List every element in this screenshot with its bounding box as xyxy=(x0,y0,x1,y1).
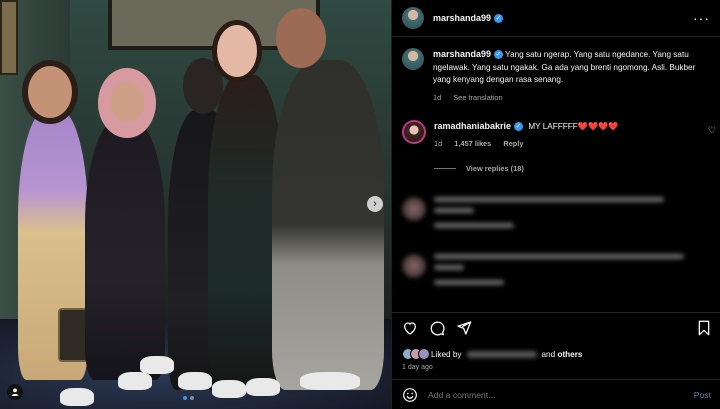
liked-by-others-link[interactable]: others xyxy=(557,350,582,359)
post-photo[interactable]: › xyxy=(0,0,391,409)
more-options-icon[interactable]: ··· xyxy=(693,10,710,26)
liked-by-prefix: Liked by xyxy=(431,349,462,359)
post-time-ago[interactable]: 1 day ago xyxy=(402,364,711,371)
see-translation-link[interactable]: See translation xyxy=(453,93,502,102)
verified-badge-icon: ✓ xyxy=(494,13,504,23)
caption-time[interactable]: 1d xyxy=(433,93,441,102)
liked-by-blurred-username xyxy=(466,350,537,358)
view-replies-label: View replies (18) xyxy=(466,164,524,173)
liked-by-row: Liked by and others xyxy=(402,348,711,360)
carousel-next-button[interactable]: › xyxy=(367,196,383,212)
like-heart-icon[interactable] xyxy=(402,320,418,336)
share-send-icon[interactable] xyxy=(456,320,472,336)
post-side-panel: marshanda99 ✓ ··· marshanda99 ✓ Yang satu… xyxy=(391,0,720,409)
comment-item: ramadhaniabakrie ✓ MY LAFFFFF❤️❤️❤️❤️ 1d … xyxy=(392,104,720,150)
commenter-username[interactable]: ramadhaniabakrie xyxy=(434,121,511,131)
bookmark-icon[interactable] xyxy=(697,320,711,336)
photo-shoe xyxy=(212,380,246,398)
comment-bubble-icon[interactable] xyxy=(429,320,445,336)
photo-person-5 xyxy=(272,60,384,390)
user-tag-icon xyxy=(11,388,19,396)
blurred-comment-item xyxy=(392,254,720,291)
carousel-dot-active xyxy=(183,396,187,400)
blurred-comment-text xyxy=(434,254,684,291)
view-replies-button[interactable]: View replies (18) xyxy=(434,164,720,173)
liked-by-avatars[interactable] xyxy=(402,348,430,360)
comment-time[interactable]: 1d xyxy=(434,139,442,148)
post-caption: marshanda99 ✓ Yang satu ngerap. Yang satu… xyxy=(392,37,720,104)
photo-person-1-head xyxy=(22,60,78,124)
photo-person-2 xyxy=(85,120,165,380)
comment-meta: 1d 1,457 likes Reply xyxy=(434,138,619,150)
blurred-avatar xyxy=(402,197,426,221)
photo-shoe xyxy=(246,378,280,396)
comment-text: MY LAFFFFF❤️❤️❤️❤️ xyxy=(528,122,619,131)
view-replies-line xyxy=(434,168,456,169)
comment-like-heart-icon[interactable]: ♡ xyxy=(708,125,716,136)
post-actions: Liked by and others 1 day ago xyxy=(392,312,720,371)
photo-wall-frame-left xyxy=(0,0,18,75)
comment-body: ramadhaniabakrie ✓ MY LAFFFFF❤️❤️❤️❤️ 1d … xyxy=(434,120,619,150)
carousel-dot xyxy=(190,396,194,400)
comment-likes[interactable]: 1,457 likes xyxy=(454,139,491,148)
photo-shoe xyxy=(118,372,152,390)
photo-shoe xyxy=(300,372,360,390)
blurred-comment-item xyxy=(392,197,720,234)
chevron-right-icon: › xyxy=(373,198,377,210)
add-comment-input[interactable] xyxy=(428,389,658,400)
verified-badge-icon: ✓ xyxy=(514,122,524,132)
liked-by-and: and xyxy=(541,349,556,359)
blurred-comment-text xyxy=(434,197,664,234)
verified-badge-icon: ✓ xyxy=(494,50,504,60)
caption-author-avatar[interactable] xyxy=(402,48,424,70)
author-avatar[interactable] xyxy=(402,7,424,29)
tagged-users-button[interactable] xyxy=(7,384,23,400)
emoji-smiley-icon[interactable] xyxy=(402,387,418,403)
mini-avatar xyxy=(418,348,430,360)
action-icons-row xyxy=(402,317,711,339)
photo-shoe xyxy=(140,356,174,374)
caption-author-username[interactable]: marshanda99 xyxy=(433,49,491,59)
author-username[interactable]: marshanda99 xyxy=(433,13,491,23)
post-comment-button[interactable]: Post xyxy=(694,390,711,400)
commenter-avatar[interactable] xyxy=(402,120,426,144)
carousel-dots xyxy=(183,396,194,400)
photo-person-2-face xyxy=(110,82,144,122)
add-comment-bar: Post xyxy=(392,379,720,409)
post-header: marshanda99 ✓ ··· xyxy=(392,0,720,37)
caption-meta: 1d See translation xyxy=(433,92,705,105)
caption-content: marshanda99 ✓ Yang satu ngerap. Yang satu… xyxy=(433,48,705,104)
blurred-avatar xyxy=(402,254,426,278)
photo-person-4-head xyxy=(212,20,262,82)
photo-person-5-head xyxy=(276,8,326,68)
photo-shoe xyxy=(178,372,212,390)
photo-shoe xyxy=(60,388,94,406)
comment-reply-button[interactable]: Reply xyxy=(503,139,523,148)
